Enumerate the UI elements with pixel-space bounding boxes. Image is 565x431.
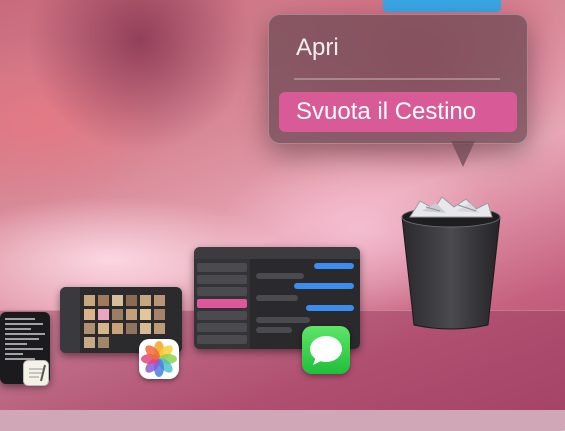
menu-pointer <box>451 141 475 167</box>
trash-context-menu: Apri Svuota il Cestino <box>268 14 528 144</box>
notes-icon[interactable] <box>23 360 49 386</box>
menu-item-empty-trash[interactable]: Svuota il Cestino <box>279 92 517 132</box>
trash-icon[interactable] <box>396 195 506 333</box>
menu-item-open[interactable]: Apri <box>279 28 517 68</box>
window-edge <box>383 0 501 12</box>
menu-separator <box>294 78 500 80</box>
photos-icon[interactable] <box>139 339 179 379</box>
messages-icon[interactable] <box>302 326 350 374</box>
